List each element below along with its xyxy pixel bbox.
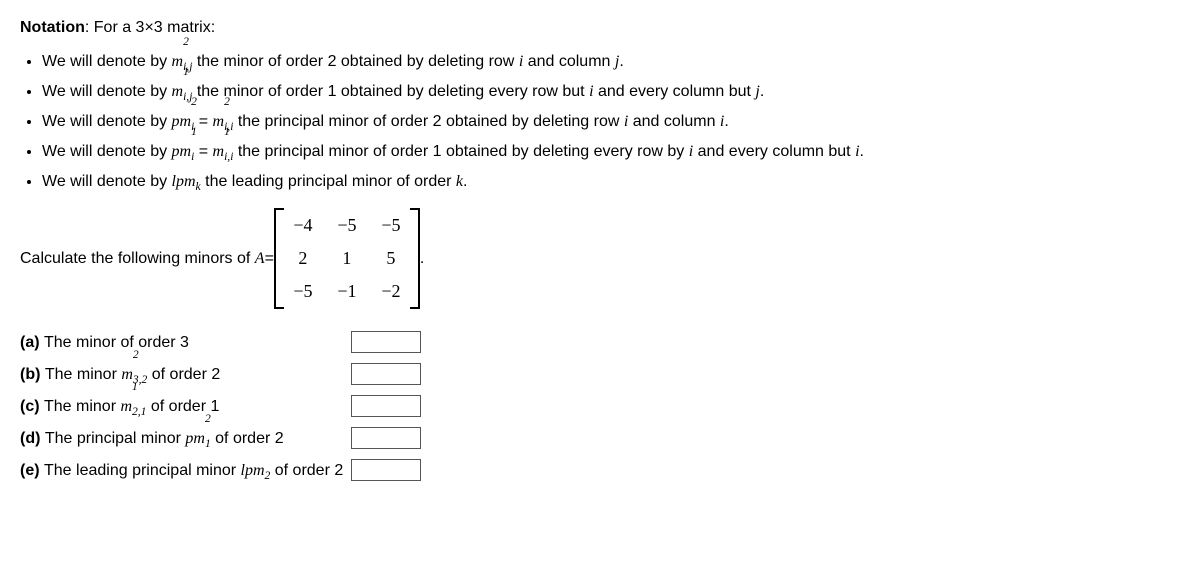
answer-input-b[interactable] bbox=[351, 363, 421, 385]
minor-symbol: m2i,j bbox=[172, 53, 193, 70]
notation-suffix: : For a 3×3 matrix: bbox=[85, 19, 215, 36]
text: the minor of order 2 obtained by deletin… bbox=[192, 53, 518, 70]
text: the leading principal minor of order bbox=[201, 173, 456, 190]
q-letter: (a) bbox=[20, 334, 44, 351]
question-a-label: (a) The minor of order 3 bbox=[20, 327, 351, 359]
question-d-label: (d) The principal minor pm21 of order 2 bbox=[20, 423, 351, 455]
notation-item-3: We will denote by pm2i = m2i,i the princ… bbox=[42, 110, 1180, 134]
calculate-row: Calculate the following minors of A = −4… bbox=[20, 208, 1180, 309]
q-text: of order 2 bbox=[270, 462, 343, 479]
q-letter: (b) bbox=[20, 366, 45, 383]
q-text: The minor bbox=[45, 366, 121, 383]
matrix-cell: 1 bbox=[336, 245, 358, 272]
text: the principal minor of order 2 obtained … bbox=[233, 113, 623, 130]
eq: = bbox=[194, 143, 212, 160]
questions: (a) The minor of order 3 (b) The minor m… bbox=[20, 327, 421, 487]
notation-label: Notation bbox=[20, 19, 85, 36]
answer-input-d[interactable] bbox=[351, 427, 421, 449]
matrix-body: −4 −5 −5 2 1 5 −5 −1 −2 bbox=[286, 208, 408, 309]
text: and column bbox=[628, 113, 720, 130]
eq: = bbox=[194, 113, 212, 130]
notation-item-4: We will denote by pm1i = m1i,i the princ… bbox=[42, 140, 1180, 164]
minor-symbol-2: m2i,i bbox=[213, 113, 234, 130]
text: and every column but bbox=[693, 143, 855, 160]
text: . bbox=[619, 53, 623, 70]
q-text: The principal minor bbox=[45, 430, 186, 447]
minor-symbol: lpm2 bbox=[241, 462, 271, 479]
question-d: (d) The principal minor pm21 of order 2 bbox=[20, 423, 421, 455]
answer-input-e[interactable] bbox=[351, 459, 421, 481]
q-text: of order 2 bbox=[147, 366, 220, 383]
answer-input-c[interactable] bbox=[351, 395, 421, 417]
notation-list: We will denote by m2i,j the minor of ord… bbox=[20, 50, 1180, 194]
sym-base: pm bbox=[172, 113, 192, 130]
question-e: (e) The leading principal minor lpm2 of … bbox=[20, 455, 421, 487]
answer-input-a[interactable] bbox=[351, 331, 421, 353]
text: and column bbox=[523, 53, 615, 70]
sym-base: m bbox=[213, 143, 225, 160]
calc-A: A bbox=[255, 247, 265, 271]
question-b-label: (b) The minor m23,2 of order 2 bbox=[20, 359, 351, 391]
question-a: (a) The minor of order 3 bbox=[20, 327, 421, 359]
bracket-left bbox=[274, 208, 286, 309]
minor-symbol-2: m1i,i bbox=[213, 143, 234, 160]
sym-base: m bbox=[172, 83, 184, 100]
minor-symbol: pm1i bbox=[172, 143, 195, 160]
var: k bbox=[456, 173, 463, 190]
sym-base: pm bbox=[185, 430, 205, 447]
text: We will denote by bbox=[42, 173, 172, 190]
matrix-cell: −5 bbox=[336, 212, 358, 239]
text: and every column but bbox=[594, 83, 756, 100]
calc-prefix: Calculate the following minors of bbox=[20, 247, 250, 271]
sym-base: lpm bbox=[172, 173, 196, 190]
text: the minor of order 1 obtained by deletin… bbox=[192, 83, 589, 100]
text: . bbox=[463, 173, 467, 190]
matrix-cell: −2 bbox=[380, 278, 402, 305]
sym-base: m bbox=[172, 53, 184, 70]
calc-eq: = bbox=[265, 247, 274, 271]
text: . bbox=[860, 143, 864, 160]
matrix-cell: 5 bbox=[380, 245, 402, 272]
sym-base: pm bbox=[172, 143, 192, 160]
notation-item-1: We will denote by m2i,j the minor of ord… bbox=[42, 50, 1180, 74]
notation-header: Notation: For a 3×3 matrix: bbox=[20, 16, 1180, 40]
matrix-cell: −5 bbox=[380, 212, 402, 239]
text: We will denote by bbox=[42, 143, 172, 160]
q-text: of order 2 bbox=[211, 430, 284, 447]
q-letter: (c) bbox=[20, 398, 44, 415]
matrix-cell: −5 bbox=[292, 278, 314, 305]
text: We will denote by bbox=[42, 83, 172, 100]
notation-item-2: We will denote by m1i,j the minor of ord… bbox=[42, 80, 1180, 104]
matrix-cell: −1 bbox=[336, 278, 358, 305]
text: . bbox=[760, 83, 764, 100]
minor-symbol: m1i,j bbox=[172, 83, 193, 100]
matrix: −4 −5 −5 2 1 5 −5 −1 −2 bbox=[274, 208, 420, 309]
question-c-label: (c) The minor m12,1 of order 1 bbox=[20, 391, 351, 423]
question-b: (b) The minor m23,2 of order 2 bbox=[20, 359, 421, 391]
calc-period: . bbox=[420, 247, 424, 271]
text: the principal minor of order 1 obtained … bbox=[233, 143, 688, 160]
minor-symbol: lpmk bbox=[172, 173, 201, 190]
q-text: The leading principal minor bbox=[44, 462, 241, 479]
sym-base: m bbox=[120, 398, 132, 415]
minor-symbol: m12,1 bbox=[120, 398, 146, 415]
q-letter: (d) bbox=[20, 430, 45, 447]
sym-base: lpm bbox=[241, 462, 265, 479]
q-letter: (e) bbox=[20, 462, 44, 479]
matrix-cell: 2 bbox=[292, 245, 314, 272]
bracket-right bbox=[408, 208, 420, 309]
question-c: (c) The minor m12,1 of order 1 bbox=[20, 391, 421, 423]
q-text: The minor of order 3 bbox=[44, 334, 189, 351]
q-text: The minor bbox=[44, 398, 120, 415]
minor-symbol: pm21 bbox=[185, 430, 210, 447]
question-e-label: (e) The leading principal minor lpm2 of … bbox=[20, 455, 351, 487]
text: We will denote by bbox=[42, 113, 172, 130]
notation-item-5: We will denote by lpmk the leading princ… bbox=[42, 170, 1180, 194]
text: We will denote by bbox=[42, 53, 172, 70]
matrix-cell: −4 bbox=[292, 212, 314, 239]
sym-base: m bbox=[213, 113, 225, 130]
text: . bbox=[724, 113, 728, 130]
